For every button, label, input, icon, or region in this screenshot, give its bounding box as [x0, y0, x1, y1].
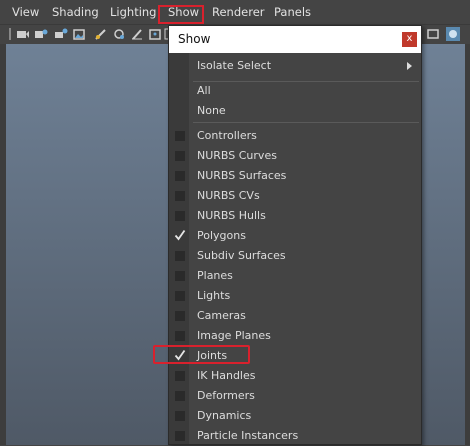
- menu-item-isolate-select[interactable]: Isolate Select: [169, 56, 421, 76]
- menu-item-label: Particle Instancers: [197, 429, 299, 442]
- menu-item-all[interactable]: All: [169, 81, 421, 101]
- menu-item-particle-instancers[interactable]: Particle Instancers: [169, 426, 421, 446]
- viewport-left-border: [0, 44, 6, 445]
- show-menu-popup: Show x Isolate Select All None Controlle…: [168, 25, 422, 445]
- checkbox[interactable]: [175, 131, 185, 141]
- menu-item-lights[interactable]: Lights: [169, 286, 421, 306]
- menu-item-deformers[interactable]: Deformers: [169, 386, 421, 406]
- menu-item-label: Subdiv Surfaces: [197, 249, 286, 262]
- menu-item-subdiv-surfaces[interactable]: Subdiv Surfaces: [169, 246, 421, 266]
- resolution-gate-icon[interactable]: [426, 27, 440, 41]
- joints-highlight: [153, 345, 250, 364]
- menu-item-nurbs-surfaces[interactable]: NURBS Surfaces: [169, 166, 421, 186]
- menu-item-label: Lights: [197, 289, 231, 302]
- submenu-arrow-icon: [407, 62, 412, 70]
- menu-item-label: Dynamics: [197, 409, 252, 422]
- checkbox[interactable]: [175, 311, 185, 321]
- checkmark-icon: [174, 229, 186, 241]
- menu-view[interactable]: View: [12, 4, 39, 20]
- menu-item-label: Cameras: [197, 309, 246, 322]
- menu-lighting[interactable]: Lighting: [110, 4, 156, 20]
- checkbox[interactable]: [175, 251, 185, 261]
- menu-item-label: IK Handles: [197, 369, 256, 382]
- viewport-right-border: [465, 44, 470, 445]
- bookmark-camera-icon[interactable]: [54, 27, 68, 41]
- show-menu-highlight: [158, 5, 204, 24]
- menu-item-dynamics[interactable]: Dynamics: [169, 406, 421, 426]
- menu-item-label: NURBS Hulls: [197, 209, 266, 222]
- menu-item-label: NURBS Curves: [197, 149, 277, 162]
- menu-item-none[interactable]: None: [169, 101, 421, 121]
- pen-tool-icon[interactable]: [130, 27, 144, 41]
- menu-item-label: Polygons: [197, 229, 246, 242]
- checkbox[interactable]: [175, 271, 185, 281]
- popup-titlebar[interactable]: Show x: [169, 26, 421, 53]
- menu-item-nurbs-curves[interactable]: NURBS Curves: [169, 146, 421, 166]
- menu-item-label: Controllers: [197, 129, 257, 142]
- menu-item-nurbs-hulls[interactable]: NURBS Hulls: [169, 206, 421, 226]
- menu-item-label: Deformers: [197, 389, 255, 402]
- checkbox[interactable]: [175, 191, 185, 201]
- checkbox[interactable]: [175, 431, 185, 441]
- close-button[interactable]: x: [402, 32, 417, 47]
- checkbox[interactable]: [175, 291, 185, 301]
- menu-item-polygons[interactable]: Polygons: [169, 226, 421, 246]
- menu-item-nurbs-cvs[interactable]: NURBS CVs: [169, 186, 421, 206]
- menu-item-label: All: [197, 84, 211, 97]
- menu-item-label: Planes: [197, 269, 233, 282]
- menu-renderer[interactable]: Renderer: [212, 4, 265, 20]
- menu-panels[interactable]: Panels: [274, 4, 311, 20]
- grease-pencil-icon[interactable]: [94, 27, 108, 41]
- menu-shading[interactable]: Shading: [52, 4, 99, 20]
- shaded-display-icon[interactable]: [446, 27, 460, 41]
- menu-separator: [193, 122, 419, 123]
- grid-snap-icon[interactable]: [112, 27, 126, 41]
- checkbox[interactable]: [175, 371, 185, 381]
- checkbox[interactable]: [175, 151, 185, 161]
- checkbox[interactable]: [175, 331, 185, 341]
- checkbox[interactable]: [175, 211, 185, 221]
- menu-item-label: Isolate Select: [197, 59, 272, 72]
- menu-item-ik-handles[interactable]: IK Handles: [169, 366, 421, 386]
- menu-item-label: Image Planes: [197, 329, 271, 342]
- menu-item-image-planes[interactable]: Image Planes: [169, 326, 421, 346]
- menu-item-planes[interactable]: Planes: [169, 266, 421, 286]
- menu-item-label: NURBS CVs: [197, 189, 260, 202]
- camera-attributes-icon[interactable]: [34, 27, 48, 41]
- menu-bar: View Shading Lighting Show Renderer Pane…: [0, 0, 470, 24]
- checkbox[interactable]: [175, 171, 185, 181]
- menu-item-label: None: [197, 104, 226, 117]
- menu-item-controllers[interactable]: Controllers: [169, 126, 421, 146]
- film-gate-icon[interactable]: [148, 27, 162, 41]
- menu-item-cameras[interactable]: Cameras: [169, 306, 421, 326]
- image-plane-icon[interactable]: [72, 27, 86, 41]
- menu-item-label: NURBS Surfaces: [197, 169, 287, 182]
- camera-icon[interactable]: [16, 27, 30, 41]
- checkbox[interactable]: [175, 411, 185, 421]
- checkbox[interactable]: [175, 391, 185, 401]
- popup-title: Show: [178, 32, 211, 46]
